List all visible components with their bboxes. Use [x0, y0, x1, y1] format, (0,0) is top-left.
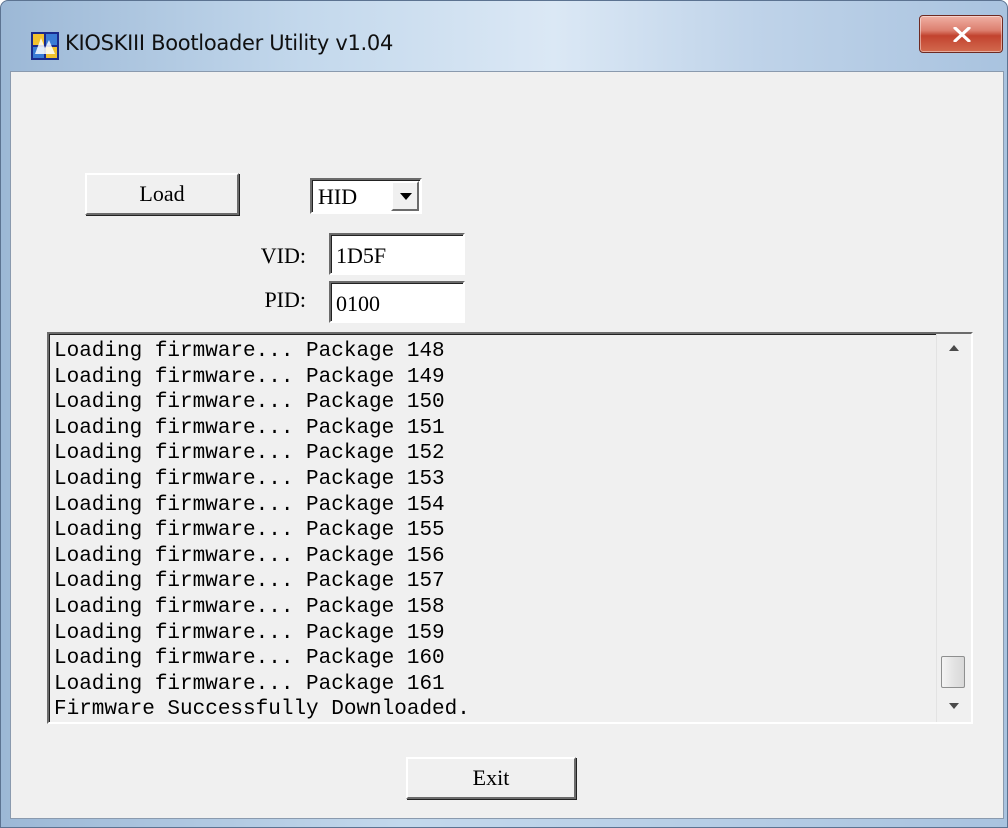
log-line: Loading firmware... Package 160	[54, 647, 445, 671]
log-line: Loading firmware... Package 148	[54, 340, 445, 363]
log-line: Loading firmware... Package 150	[54, 391, 445, 415]
dialog-body: Load HID VID: PID: Loading firmware... P…	[10, 71, 1004, 819]
log-line: Loading firmware... Package 153	[54, 467, 445, 491]
log-line: Loading firmware... Package 155	[54, 519, 445, 543]
log-lines: Loading firmware... Package 148 Loading f…	[54, 339, 914, 719]
arrow-up-icon	[949, 345, 959, 351]
close-button[interactable]	[919, 15, 1003, 53]
log-scrollbar[interactable]	[936, 334, 971, 722]
log-line: Loading firmware... Package 151	[54, 416, 445, 440]
title-bar[interactable]: KIOSKIII Bootloader Utility v1.04	[1, 1, 1007, 71]
interface-select-value: HID	[318, 184, 358, 209]
scroll-down-button[interactable]	[937, 692, 971, 722]
app-icon	[31, 32, 59, 60]
interface-select[interactable]: HID	[310, 178, 422, 214]
log-line: Loading firmware... Package 157	[54, 570, 445, 594]
pid-input[interactable]	[329, 281, 465, 323]
pid-label: PID:	[264, 287, 306, 312]
scroll-thumb[interactable]	[941, 656, 965, 688]
log-line: Loading firmware... Package 156	[54, 544, 445, 568]
log-output[interactable]: Loading firmware... Package 148 Loading f…	[47, 332, 973, 724]
load-button[interactable]: Load	[85, 173, 239, 215]
vid-input[interactable]	[329, 233, 465, 275]
exit-button[interactable]: Exit	[406, 757, 576, 799]
scroll-up-button[interactable]	[937, 334, 971, 364]
arrow-down-icon	[949, 703, 959, 709]
log-line: Firmware Successfully Downloaded.	[54, 698, 470, 719]
log-line: Loading firmware... Package 152	[54, 442, 445, 466]
log-line: Loading firmware... Package 154	[54, 493, 445, 517]
log-line: Loading firmware... Package 161	[54, 672, 445, 696]
window-title: KIOSKIII Bootloader Utility v1.04	[65, 31, 394, 55]
log-line: Loading firmware... Package 159	[54, 621, 445, 645]
log-line: Loading firmware... Package 149	[54, 365, 445, 389]
close-x-icon	[953, 27, 971, 42]
log-line: Loading firmware... Package 158	[54, 595, 445, 619]
vid-label: VID:	[260, 243, 306, 268]
chevron-down-icon	[400, 193, 412, 200]
app-window: KIOSKIII Bootloader Utility v1.04 Load H…	[0, 0, 1008, 828]
interface-select-dropdown-button[interactable]	[391, 181, 419, 211]
window-bottom-frame	[1, 819, 1007, 827]
